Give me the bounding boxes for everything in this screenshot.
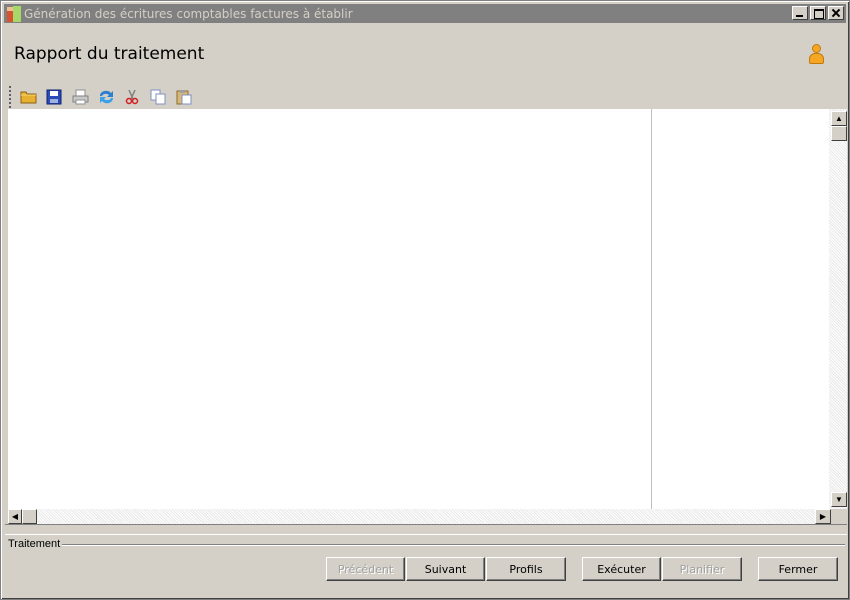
main-window: Génération des écritures comptables fact… xyxy=(0,0,850,600)
horizontal-scroll-thumb[interactable] xyxy=(22,509,37,524)
previous-button[interactable]: Précédent xyxy=(326,557,405,581)
toolbar-grip[interactable] xyxy=(9,86,11,108)
scroll-down-button[interactable]: ▼ xyxy=(831,492,847,507)
scroll-right-button[interactable]: ▶ xyxy=(815,509,831,524)
paste-icon[interactable] xyxy=(173,86,195,108)
horizontal-scrollbar[interactable]: ◀ ▶ xyxy=(8,509,831,524)
section-label: Traitement xyxy=(8,538,63,550)
window-title: Génération des écritures comptables fact… xyxy=(24,6,353,21)
execute-button[interactable]: Exécuter xyxy=(582,557,661,581)
toolbar xyxy=(9,85,199,109)
status-bar xyxy=(5,524,847,535)
pane-divider[interactable] xyxy=(651,109,652,509)
vertical-scroll-thumb[interactable] xyxy=(831,126,847,141)
next-button[interactable]: Suivant xyxy=(406,557,485,581)
open-folder-icon[interactable] xyxy=(17,86,39,108)
copy-icon[interactable] xyxy=(147,86,169,108)
profiles-button[interactable]: Profils xyxy=(486,557,566,581)
section-divider xyxy=(61,544,845,546)
page-title: Rapport du traitement xyxy=(14,44,205,64)
user-icon[interactable] xyxy=(807,44,825,66)
cut-icon[interactable] xyxy=(121,86,143,108)
report-area[interactable]: ▲ ▼ ◀ ▶ xyxy=(8,109,847,524)
scroll-corner xyxy=(831,509,847,524)
close-window-button[interactable] xyxy=(828,6,844,20)
app-icon xyxy=(5,5,21,22)
close-button[interactable]: Fermer xyxy=(758,557,838,581)
scroll-left-button[interactable]: ◀ xyxy=(8,509,22,524)
scroll-up-button[interactable]: ▲ xyxy=(831,111,847,126)
minimize-button[interactable] xyxy=(792,6,808,20)
schedule-button[interactable]: Planifier xyxy=(662,557,742,581)
print-icon[interactable] xyxy=(69,86,91,108)
maximize-button[interactable] xyxy=(810,6,826,20)
refresh-icon[interactable] xyxy=(95,86,117,108)
vertical-scrollbar[interactable]: ▲ ▼ xyxy=(829,109,847,509)
title-bar[interactable]: Génération des écritures comptables fact… xyxy=(4,4,846,23)
save-icon[interactable] xyxy=(43,86,65,108)
